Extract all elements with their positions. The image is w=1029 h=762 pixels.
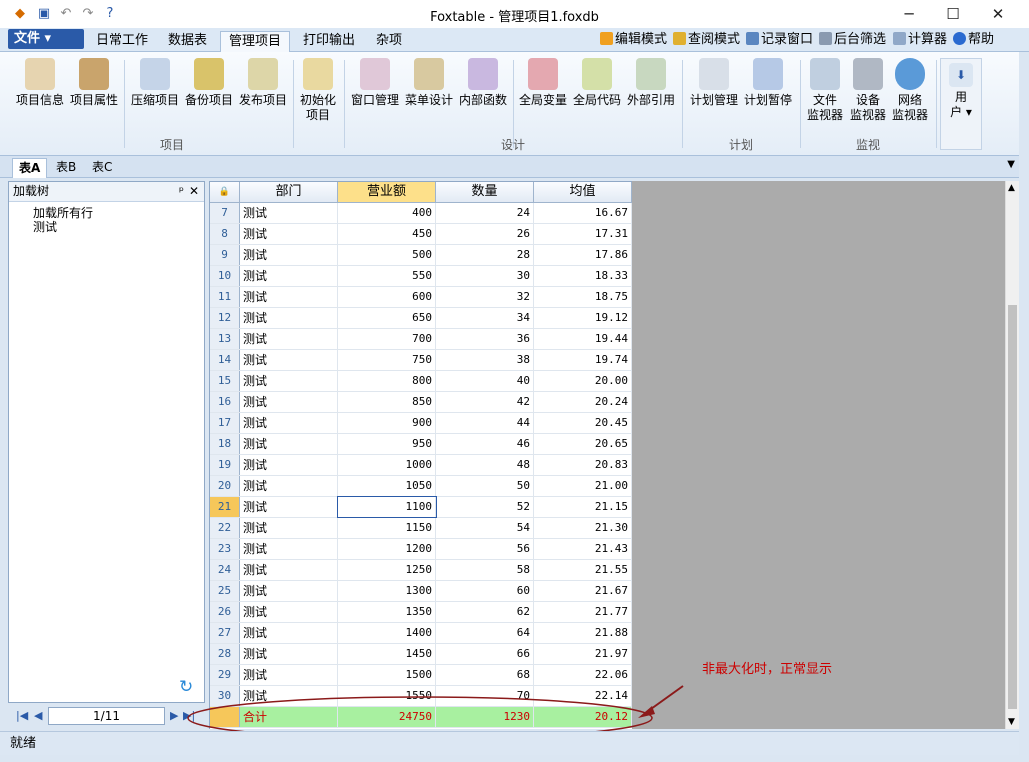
- status-bar: 就绪: [0, 731, 1019, 755]
- status-text: 就绪: [10, 736, 37, 751]
- annotation-overlay: [187, 685, 684, 740]
- annotation-text: 非最大化时，正常显示: [702, 662, 833, 677]
